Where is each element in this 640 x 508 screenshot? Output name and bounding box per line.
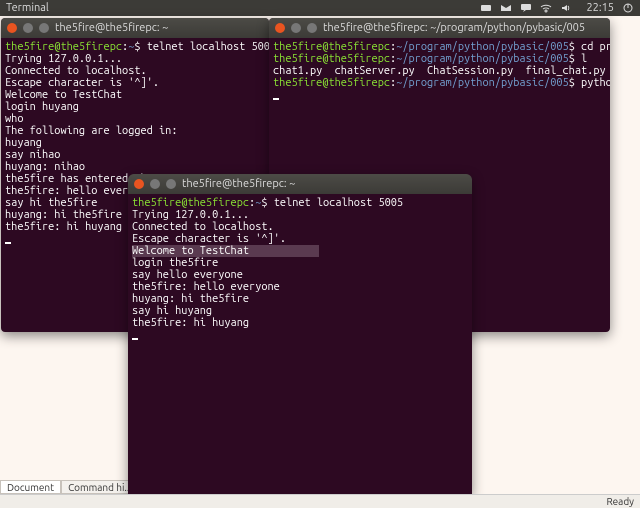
mail-icon[interactable] — [500, 2, 512, 14]
close-icon[interactable] — [7, 23, 17, 33]
terminal-the5fire-body[interactable]: the5fire@the5firepc:~$ telnet localhost … — [128, 194, 472, 347]
window-title: Terminal — [6, 2, 49, 14]
maximize-icon[interactable] — [307, 23, 317, 33]
terminal-server-body[interactable]: the5fire@the5firepc:~/program/python/pyb… — [269, 38, 610, 107]
close-icon[interactable] — [275, 23, 285, 33]
clock[interactable]: 22:15 — [586, 2, 614, 14]
shutdown-icon[interactable] — [622, 2, 634, 14]
terminal-server-titlebar[interactable]: the5fire@the5firepc: ~/program/python/py… — [269, 18, 610, 38]
terminal-server-title: the5fire@the5firepc: ~/program/python/py… — [323, 22, 585, 34]
minimize-icon[interactable] — [150, 179, 160, 189]
volume-icon[interactable] — [560, 2, 572, 14]
close-icon[interactable] — [134, 179, 144, 189]
chat-icon[interactable] — [520, 2, 532, 14]
menubar[interactable]: Terminal 22:15 — [0, 0, 640, 16]
terminal-the5fire-title: the5fire@the5firepc: ~ — [182, 178, 295, 190]
software-updates-icon[interactable] — [480, 2, 492, 14]
network-icon[interactable] — [540, 2, 552, 14]
desktop: CommandHandler ChatSession Document Comm… — [0, 16, 640, 508]
system-tray[interactable]: 22:15 — [480, 2, 634, 14]
terminal-huyang-title: the5fire@the5firepc: ~ — [55, 22, 168, 34]
terminal-the5fire-titlebar[interactable]: the5fire@the5firepc: ~ — [128, 174, 472, 194]
maximize-icon[interactable] — [39, 23, 49, 33]
status-text: Ready — [606, 496, 634, 507]
terminal-huyang-titlebar[interactable]: the5fire@the5firepc: ~ — [1, 18, 269, 38]
background-tabbar: Document Command hi... — [0, 480, 139, 494]
status-bar: Ready — [0, 494, 640, 508]
tab-document[interactable]: Document — [0, 480, 61, 494]
maximize-icon[interactable] — [166, 179, 176, 189]
minimize-icon[interactable] — [23, 23, 33, 33]
terminal-the5fire[interactable]: the5fire@the5firepc: ~ the5fire@the5fire… — [128, 174, 472, 494]
minimize-icon[interactable] — [291, 23, 301, 33]
